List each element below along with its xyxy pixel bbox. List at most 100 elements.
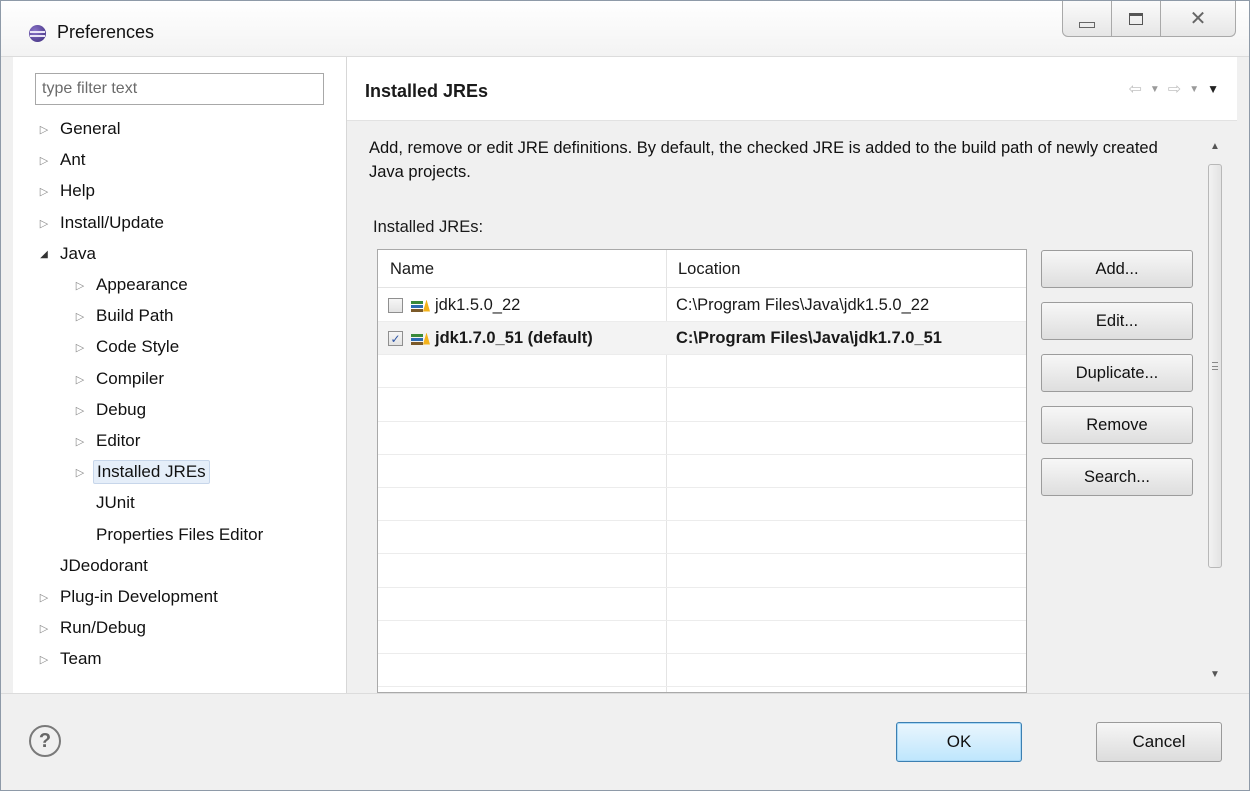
tree-item-label: Install/Update (60, 213, 164, 232)
tree-item[interactable]: ▷ Run/Debug (35, 614, 149, 642)
button-bar-separator (1, 693, 1249, 694)
tree-item[interactable]: ▷ Installed JREs (71, 458, 210, 486)
tree-item[interactable]: Properties Files Editor (93, 521, 266, 549)
tree-item[interactable]: ▷ Plug-in Development (35, 583, 221, 611)
collapsed-arrow-icon[interactable]: ▷ (71, 463, 89, 481)
empty-table-row (378, 355, 1026, 388)
empty-table-row (378, 588, 1026, 621)
collapsed-arrow-icon[interactable]: ▷ (71, 307, 89, 325)
column-header-name[interactable]: Name (378, 250, 665, 288)
back-dropdown-icon[interactable]: ▼ (1150, 84, 1160, 95)
history-navigation: ⇦ ▼ ⇨ ▼ ▼ (1128, 79, 1219, 99)
grip-icon (1212, 362, 1218, 370)
collapsed-arrow-icon[interactable]: ▷ (35, 182, 53, 200)
tree-item[interactable]: ▷ Help (35, 177, 98, 205)
tree-item-label: Compiler (96, 369, 165, 388)
tree-item-label: Build Path (96, 306, 174, 325)
jre-checkbox[interactable]: ✓ (388, 331, 403, 346)
collapsed-arrow-icon[interactable]: ▷ (35, 151, 53, 169)
tree-item[interactable]: ▷ Debug (71, 396, 149, 424)
jre-name: jdk1.7.0_51 (default) (435, 329, 593, 347)
collapsed-arrow-icon[interactable]: ▷ (35, 214, 53, 232)
tree-item[interactable]: ▷ Team (35, 645, 105, 673)
collapsed-arrow-icon[interactable]: ▷ (35, 650, 53, 668)
collapsed-arrow-icon[interactable]: ▷ (71, 432, 89, 450)
tree-item-label: JUnit (96, 493, 135, 512)
tree-item-label: Plug-in Development (60, 587, 218, 606)
maximize-button[interactable] (1111, 1, 1161, 37)
collapsed-arrow-icon[interactable]: ▷ (35, 588, 53, 606)
forward-dropdown-icon[interactable]: ▼ (1189, 84, 1199, 95)
tree-item[interactable]: ▷ Build Path (71, 302, 177, 330)
expanded-arrow-icon[interactable]: ◢ (35, 245, 53, 263)
tree-item[interactable]: ▷ Code Style (71, 333, 182, 361)
cancel-button[interactable]: Cancel (1096, 722, 1222, 762)
collapsed-arrow-icon[interactable]: ▷ (71, 276, 89, 294)
table-header: Name Location (378, 250, 1026, 288)
minimize-button[interactable] (1062, 1, 1112, 37)
table-row[interactable]: ✓ jdk1.7.0_51 (default) C:\Program Files\J… (378, 322, 1026, 355)
collapsed-arrow-icon[interactable]: ▷ (35, 619, 53, 637)
page-content: Add, remove or edit JRE definitions. By … (347, 122, 1237, 693)
back-arrow-icon[interactable]: ⇦ (1128, 79, 1141, 99)
jre-name-cell: jdk1.5.0_22 (388, 289, 520, 322)
tree-item-label: Debug (96, 400, 147, 419)
tree-item[interactable]: ▷ Appearance (71, 271, 191, 299)
empty-table-row (378, 389, 1026, 422)
page-header: Installed JREs ⇦ ▼ ⇨ ▼ ▼ (347, 57, 1237, 121)
filter-input[interactable] (35, 73, 324, 105)
title-bar: Preferences ✕ (1, 1, 1249, 57)
tree-item[interactable]: JDeodorant (57, 552, 151, 580)
window-title: Preferences (57, 22, 155, 42)
add-jre-button[interactable]: Add... (1041, 250, 1193, 288)
tree-item[interactable]: ▷ General (35, 115, 123, 143)
installed-jres-label: Installed JREs: (373, 218, 484, 236)
view-menu-icon[interactable]: ▼ (1207, 82, 1219, 96)
collapsed-arrow-icon[interactable]: ▷ (71, 370, 89, 388)
preferences-tree-panel: ▷ General ▷ Ant ▷ Help ▷ Install/Update ◢ Java ▷ Ap… (13, 57, 346, 693)
help-icon[interactable]: ? (29, 725, 61, 757)
collapsed-arrow-icon[interactable]: ▷ (35, 120, 53, 138)
table-row[interactable]: jdk1.5.0_22 C:\Program Files\Java\jdk1.5.… (378, 289, 1026, 322)
empty-table-row (378, 455, 1026, 488)
collapsed-arrow-icon[interactable]: ▷ (71, 338, 89, 356)
tree-item[interactable]: ▷ Ant (35, 146, 89, 174)
collapsed-arrow-icon[interactable]: ▷ (71, 401, 89, 419)
tree-item[interactable]: ▷ Compiler (71, 365, 167, 393)
close-icon: ✕ (1189, 7, 1207, 30)
empty-table-row (378, 521, 1026, 554)
tree-item-label: Java (60, 244, 96, 263)
empty-table-row (378, 621, 1026, 654)
minimize-icon (1079, 21, 1095, 28)
tree-item[interactable]: JUnit (93, 489, 138, 517)
jre-name: jdk1.5.0_22 (435, 296, 521, 314)
ok-button[interactable]: OK (896, 722, 1022, 762)
scroll-up-icon[interactable]: ▲ (1203, 134, 1227, 158)
scroll-down-icon[interactable]: ▼ (1203, 662, 1227, 686)
edit-jre-button[interactable]: Edit... (1041, 302, 1193, 340)
empty-table-row (378, 422, 1026, 455)
jre-library-icon (411, 298, 431, 314)
maximize-icon (1129, 12, 1143, 25)
search-jre-button[interactable]: Search... (1041, 458, 1193, 496)
column-header-location[interactable]: Location (666, 250, 1026, 288)
tree-item-label: Ant (60, 150, 86, 169)
close-button[interactable]: ✕ (1160, 1, 1236, 37)
tree-item[interactable]: ▷ Install/Update (35, 209, 167, 237)
remove-jre-button[interactable]: Remove (1041, 406, 1193, 444)
page-title: Installed JREs (365, 81, 489, 101)
jre-checkbox[interactable] (388, 298, 403, 313)
tree-item-label: Installed JREs (93, 460, 210, 484)
tree-item[interactable]: ◢ Java (35, 240, 99, 268)
vertical-scrollbar[interactable]: ▲ ▼ (1203, 130, 1227, 686)
tree-item[interactable]: ▷ Editor (71, 427, 143, 455)
forward-arrow-icon[interactable]: ⇨ (1168, 79, 1181, 99)
tree-item-label: JDeodorant (60, 556, 148, 575)
jre-table: Name Location jdk1.5.0_22 C:\Program File… (377, 249, 1027, 693)
scrollbar-thumb[interactable] (1208, 164, 1222, 568)
eclipse-icon (29, 25, 46, 42)
page-description: Add, remove or edit JRE definitions. By … (369, 139, 1158, 181)
tree-item-label: Help (60, 181, 95, 200)
tree-item-label: Properties Files Editor (96, 525, 264, 544)
duplicate-jre-button[interactable]: Duplicate... (1041, 354, 1193, 392)
